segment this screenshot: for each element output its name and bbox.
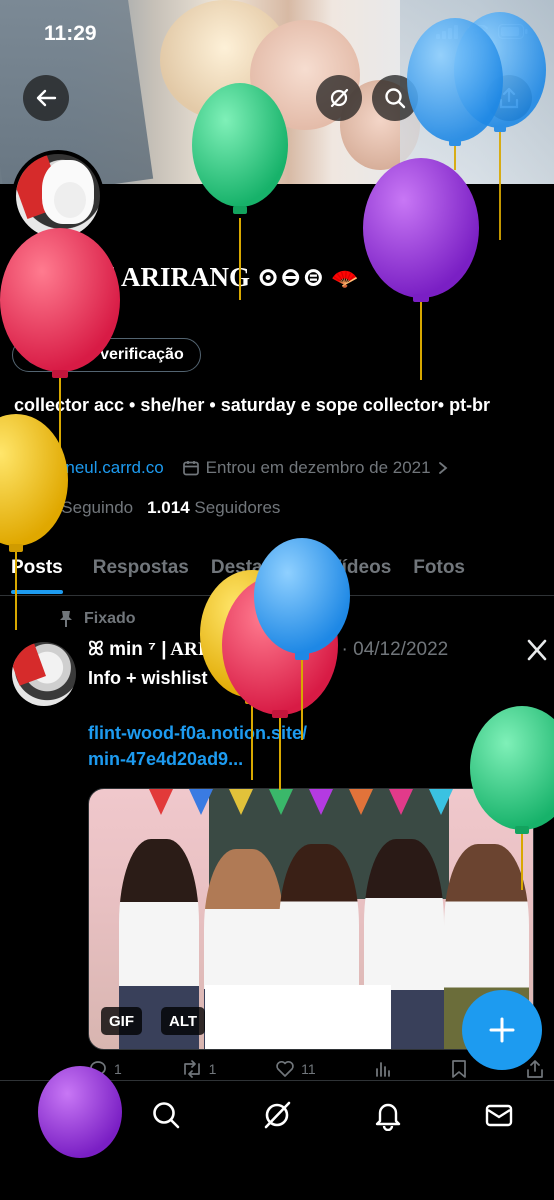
- repost-count: 1: [208, 1061, 217, 1077]
- balloon-purple: [363, 158, 479, 380]
- back-button[interactable]: [23, 75, 69, 121]
- views-button[interactable]: [374, 1060, 392, 1078]
- reply-button[interactable]: 1: [88, 1060, 122, 1078]
- bookmark-icon: [452, 1060, 467, 1078]
- plus-icon: [489, 1017, 515, 1043]
- nav-search[interactable]: [150, 1099, 182, 1136]
- bell-icon: [375, 1103, 400, 1132]
- post-author-name[interactable]: ꕤ min ⁷ | ARIRANG ⊙⊖⊜: [88, 638, 314, 661]
- profile-handle: @3mineul: [14, 305, 91, 324]
- envelope-icon: [485, 1104, 512, 1127]
- signal-icon: [436, 24, 458, 39]
- verified-badge-icon: [26, 346, 44, 364]
- fan-icon: 🪭: [331, 266, 359, 291]
- avatar-decoration: [12, 642, 46, 686]
- followers-label: Seguidores: [194, 498, 281, 517]
- followers-link[interactable]: 1.014 Seguidores: [147, 498, 280, 518]
- like-count: 11: [301, 1061, 316, 1077]
- reply-count: 1: [114, 1061, 122, 1077]
- balloon-yellow-left: [0, 414, 68, 630]
- search-button[interactable]: [372, 75, 418, 121]
- profile-tabs: Posts Respostas Destaques Vídeos Fotos: [0, 540, 554, 596]
- follow-stats: 2.105 Seguindo 1.014 Seguidores: [14, 498, 280, 518]
- like-button[interactable]: 11: [275, 1060, 316, 1078]
- post-text: Info + wishlist: [88, 668, 208, 689]
- post-text-content: Info + wishlist: [88, 668, 208, 688]
- tab-photos[interactable]: Fotos: [402, 540, 476, 596]
- tab-videos[interactable]: Vídeos: [318, 540, 402, 596]
- post-author-prefix: ꕤ min ⁷ |: [88, 639, 167, 660]
- compose-button[interactable]: [462, 990, 542, 1070]
- grok-icon: [330, 88, 349, 108]
- arrow-left-icon: [36, 89, 57, 107]
- following-label: Seguindo: [61, 498, 134, 517]
- repost-button[interactable]: 1: [181, 1060, 217, 1078]
- post-actions: 1 1 11: [88, 1060, 544, 1078]
- grok-button[interactable]: [316, 75, 362, 121]
- wifi-icon: [468, 24, 488, 38]
- avatar-decoration: [54, 182, 86, 218]
- status-time: 11:29: [44, 22, 97, 45]
- reply-icon: [90, 1061, 106, 1078]
- home-icon: [43, 1103, 68, 1127]
- pin-icon: [60, 611, 72, 627]
- get-verified-button[interactable]: Obter verificação: [12, 338, 201, 372]
- grok-x-icon[interactable]: [526, 639, 548, 661]
- status-icons: [436, 24, 528, 39]
- chevron-right-icon[interactable]: [437, 461, 449, 475]
- post-date: · 04/12/2022: [341, 638, 449, 660]
- following-count: 2.105: [14, 498, 57, 517]
- nav-home[interactable]: [39, 1099, 71, 1136]
- post-link[interactable]: flint-wood-f0a.notion.site/ min-47e4d20a…: [88, 720, 408, 772]
- tab-replies[interactable]: Respostas: [82, 540, 200, 596]
- media-overlay-box: [205, 985, 391, 1049]
- media-flag: [149, 789, 173, 815]
- post-link-line: min-47e4d20ad9...: [88, 749, 244, 769]
- views-icon: [376, 1062, 391, 1077]
- post-link-line: flint-wood-f0a.notion.site/: [88, 723, 307, 743]
- status-bar: 11:29: [0, 0, 554, 60]
- tab-highlights[interactable]: Destaques: [200, 540, 318, 596]
- post-header: ꕤ min ⁷ | ARIRANG ⊙⊖⊜ 🪭 · 04/12/2022: [88, 638, 548, 661]
- nav-grok[interactable]: [261, 1099, 293, 1136]
- nav-notifications[interactable]: [372, 1099, 404, 1136]
- profile-name: ꕤ min ⁷ | ARIRANG ⊙⊖⊜ 🪭: [14, 262, 359, 294]
- post-author-main: ARIRANG ⊙⊖⊜: [166, 639, 314, 660]
- bottom-navigation: [0, 1080, 554, 1200]
- profile-meta: 3mineul.carrd.co Entrou em dezembro de 2…: [14, 458, 449, 478]
- following-link[interactable]: 2.105 Seguindo: [14, 498, 133, 518]
- post-author-avatar[interactable]: [12, 642, 76, 706]
- repost-icon: [183, 1060, 200, 1078]
- calendar-icon: [182, 461, 199, 476]
- profile-name-main: ARIRANG ⊙⊖⊜: [115, 262, 332, 292]
- profile-website-link[interactable]: 3mineul.carrd.co: [38, 458, 164, 478]
- pinned-indicator: Fixado: [58, 610, 136, 628]
- share-post-button[interactable]: [526, 1060, 544, 1078]
- profile-bio: collector acc • she/her • saturday e sop…: [14, 395, 491, 415]
- get-verified-label: Obter verificação: [53, 346, 184, 363]
- share-button[interactable]: [486, 75, 532, 121]
- nav-messages[interactable]: [483, 1099, 515, 1136]
- pinned-label: Fixado: [84, 610, 136, 627]
- heart-icon: [276, 1060, 294, 1077]
- bookmark-button[interactable]: [451, 1060, 467, 1078]
- tab-posts[interactable]: Posts: [0, 540, 74, 596]
- gif-badge: GIF: [101, 1007, 142, 1035]
- share-icon: [499, 87, 519, 109]
- profile-avatar[interactable]: [12, 150, 104, 242]
- joined-date: Entrou em dezembro de 2021: [205, 458, 431, 477]
- search-icon: [385, 88, 406, 109]
- link-icon: [16, 461, 30, 475]
- alt-badge[interactable]: ALT: [161, 1007, 206, 1035]
- fan-icon: 🪭: [317, 641, 338, 659]
- battery-icon: [498, 24, 528, 39]
- profile-name-prefix: ꕤ min ⁷ |: [14, 262, 116, 292]
- grok-icon: [264, 1101, 291, 1129]
- followers-count: 1.014: [147, 498, 190, 517]
- search-icon: [153, 1102, 180, 1129]
- share-icon: [527, 1060, 543, 1078]
